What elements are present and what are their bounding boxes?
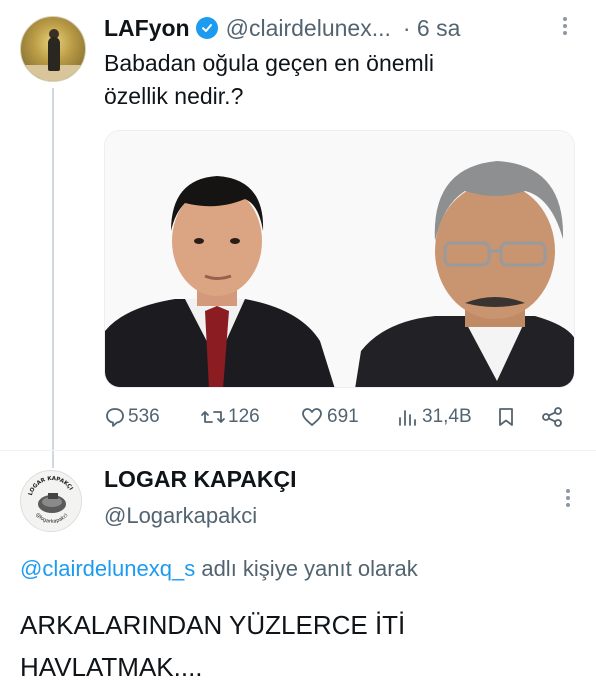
timestamp[interactable]: · 6 sa bbox=[403, 15, 461, 42]
tweet[interactable]: LAFyon @clairdelunex... · 6 sa Babadan o… bbox=[0, 0, 596, 468]
tweet-header: LAFyon @clairdelunex... · 6 sa bbox=[104, 13, 460, 43]
bookmark-icon bbox=[499, 408, 513, 426]
avatar[interactable]: LOGAR KAPAKÇI @logarkapakci bbox=[20, 470, 82, 532]
reply-icon bbox=[106, 408, 124, 427]
reply-text-line: ARKALARINDAN YÜZLERCE İTİ bbox=[20, 610, 406, 640]
reply-context: @clairdelunexq_s adlı kişiye yanıt olara… bbox=[20, 556, 418, 582]
views-count: 31,4B bbox=[422, 406, 472, 427]
heart-icon bbox=[302, 408, 322, 426]
avatar[interactable] bbox=[20, 16, 86, 82]
user-handle[interactable]: @clairdelunex... bbox=[226, 15, 391, 42]
reply-text-line: HAVLATMAK.... bbox=[20, 652, 203, 680]
display-name[interactable]: LAFyon bbox=[104, 15, 190, 42]
display-name[interactable]: LOGAR KAPAKÇI bbox=[104, 466, 297, 493]
reply-to-mention-link[interactable]: @clairdelunexq_s bbox=[20, 556, 195, 581]
reply-button[interactable]: 536 bbox=[104, 402, 160, 432]
divider bbox=[0, 450, 596, 451]
views-chart-icon bbox=[399, 410, 416, 426]
reply-text: ARKALARINDAN YÜZLERCE İTİ HAVLATMAK.... bbox=[20, 604, 580, 680]
more-options-icon[interactable] bbox=[558, 486, 578, 512]
retweet-button[interactable]: 126 bbox=[200, 402, 260, 432]
reply-to-label: adlı kişiye yanıt olarak bbox=[195, 556, 418, 581]
tweet-actions: 536 126 691 31,4B bbox=[104, 402, 574, 432]
retweet-icon bbox=[201, 411, 225, 423]
like-button[interactable]: 691 bbox=[300, 402, 359, 432]
retweet-count: 126 bbox=[228, 406, 260, 427]
user-handle[interactable]: @Logarkapakci bbox=[104, 503, 257, 529]
like-count: 691 bbox=[327, 406, 359, 427]
share-icon bbox=[542, 407, 562, 427]
verified-badge-icon bbox=[195, 17, 218, 39]
reply-count: 536 bbox=[128, 406, 160, 427]
views-button[interactable]: 31,4B bbox=[396, 402, 472, 432]
thread-line bbox=[52, 88, 54, 468]
share-button[interactable] bbox=[540, 402, 564, 432]
tweet-text-line: özellik nedir.? bbox=[104, 83, 244, 109]
tweet-text-line: Babadan oğula geçen en önemli bbox=[104, 50, 434, 76]
more-options-icon[interactable] bbox=[555, 14, 575, 40]
tweet-text: Babadan oğula geçen en önemli özellik ne… bbox=[104, 47, 574, 113]
tweet-media-image[interactable] bbox=[104, 130, 575, 388]
bookmark-button[interactable] bbox=[496, 402, 516, 432]
